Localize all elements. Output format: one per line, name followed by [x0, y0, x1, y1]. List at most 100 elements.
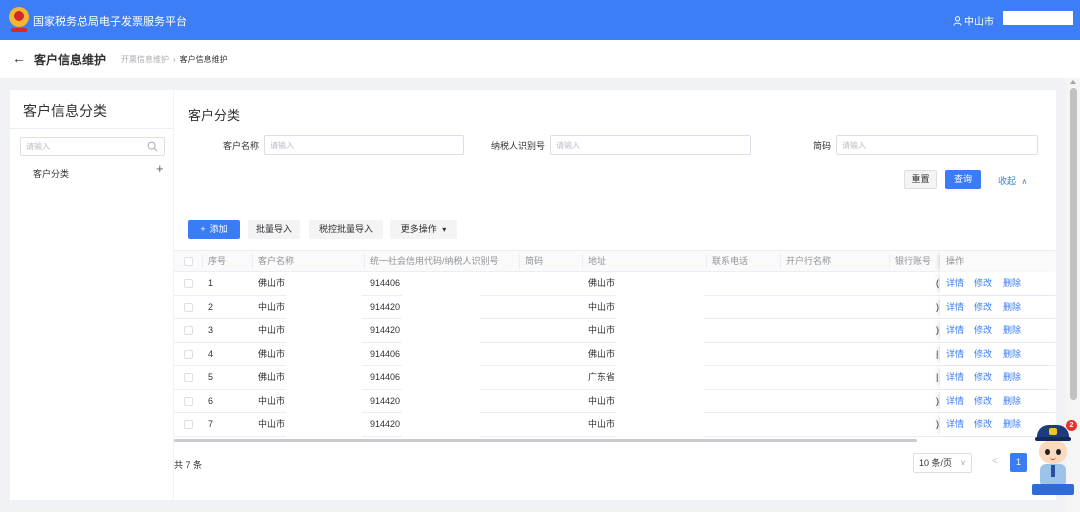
cell-credit-code: 914420: [370, 301, 401, 312]
delete-link[interactable]: 删除: [1003, 272, 1021, 295]
search-icon[interactable]: [147, 141, 158, 152]
delete-link[interactable]: 删除: [1003, 413, 1021, 436]
chevron-down-icon: ∨: [960, 458, 966, 467]
edit-link[interactable]: 修改: [974, 366, 992, 389]
delete-link[interactable]: 删除: [1003, 390, 1021, 413]
tax-emblem-base: [11, 28, 27, 32]
category-search-input[interactable]: [20, 137, 165, 156]
row-checkbox[interactable]: [184, 326, 193, 335]
edit-link[interactable]: 修改: [974, 319, 992, 342]
breadcrumb: 开票信息维护 › 客户信息维护: [121, 54, 228, 65]
redaction-mask: [402, 272, 480, 437]
edit-link[interactable]: 修改: [974, 343, 992, 366]
back-arrow-icon[interactable]: ←: [12, 50, 26, 66]
delete-link[interactable]: 删除: [1003, 366, 1021, 389]
tax-assistant-mascot-icon[interactable]: [1028, 420, 1078, 500]
cell-index: 3: [208, 325, 214, 335]
more-actions-dropdown[interactable]: 更多操作 ▾: [390, 220, 457, 239]
breadcrumb-item-current: 客户信息维护: [179, 55, 228, 64]
cell-bank-account: |: [936, 348, 939, 359]
cell-index: 6: [208, 395, 214, 406]
cell-credit-code: 914420: [370, 395, 401, 406]
breadcrumb-item-invoice-info[interactable]: 开票信息维护: [121, 55, 169, 64]
row-checkbox[interactable]: [184, 396, 193, 406]
edit-link[interactable]: 修改: [974, 390, 992, 413]
cell-address: 中山市: [588, 419, 616, 429]
edit-link[interactable]: 修改: [974, 413, 992, 436]
delete-link[interactable]: 删除: [1003, 296, 1021, 319]
column-divider: [252, 254, 253, 269]
column-divider: [582, 254, 583, 269]
site-title: 国家税务总局电子发票服务平台: [33, 16, 187, 28]
add-button[interactable]: + 添加: [188, 220, 240, 239]
row-checkbox[interactable]: [184, 373, 193, 382]
detail-link[interactable]: 详情: [946, 366, 964, 389]
scrollbar-thumb[interactable]: [1070, 88, 1077, 400]
column-header-address: 地址: [588, 256, 607, 266]
column-divider: [780, 254, 781, 269]
chevron-up-icon: ∧: [1021, 177, 1028, 186]
tree-item-customer-category[interactable]: 客户分类: [33, 167, 69, 180]
user-region: 中山市: [964, 17, 994, 28]
detail-link[interactable]: 详情: [946, 343, 964, 366]
row-actions: 详情 修改 删除: [940, 319, 1056, 342]
mascot-hat-brim: [1035, 437, 1071, 441]
short-code-input[interactable]: [836, 135, 1038, 155]
row-checkbox[interactable]: [184, 420, 193, 429]
batch-import-button[interactable]: 批量导入: [248, 220, 300, 239]
total-count: 共 7 条: [174, 460, 203, 470]
cell-customer-name: 佛山市: [258, 372, 286, 382]
detail-link[interactable]: 详情: [946, 319, 964, 342]
add-category-icon[interactable]: +: [156, 161, 164, 176]
top-bar: 国家税务总局电子发票服务平台 中山市: [0, 0, 1080, 40]
row-actions: 详情 修改 删除: [940, 366, 1056, 389]
main-title: 客户分类: [188, 108, 241, 123]
prev-page-button[interactable]: <: [992, 456, 998, 467]
row-checkbox[interactable]: [184, 279, 193, 288]
tax-batch-import-button[interactable]: 税控批量导入: [309, 220, 383, 239]
mascot-hat-badge: [1049, 428, 1057, 435]
plus-icon: +: [200, 224, 206, 234]
row-checkbox[interactable]: [184, 349, 193, 359]
redaction-mask: [1003, 11, 1073, 25]
category-panel: 客户信息分类 客户分类 +: [10, 90, 173, 500]
cell-credit-code: 914420: [370, 419, 401, 429]
query-button[interactable]: 查询: [945, 170, 981, 189]
cell-bank-account: ): [936, 325, 939, 335]
cell-credit-code: 914406: [370, 372, 401, 382]
customer-name-input[interactable]: [264, 135, 464, 155]
page-size-select[interactable]: 10 条/页 ∨: [913, 453, 972, 473]
detail-link[interactable]: 详情: [946, 272, 964, 295]
column-header-credit-code: 统一社会信用代码/纳税人识别号: [370, 256, 499, 266]
add-button-label: 添加: [209, 224, 228, 234]
column-divider: [202, 254, 203, 269]
user-menu[interactable]: 中山市: [953, 13, 994, 28]
page-1-button[interactable]: 1: [1010, 453, 1027, 472]
reset-button[interactable]: 重置: [904, 170, 937, 189]
detail-link[interactable]: 详情: [946, 390, 964, 413]
delete-link[interactable]: 删除: [1003, 319, 1021, 342]
column-divider: [364, 254, 365, 269]
cell-bank-account: ): [936, 301, 939, 312]
edit-link[interactable]: 修改: [974, 272, 992, 295]
row-checkbox[interactable]: [184, 302, 193, 312]
delete-link[interactable]: 删除: [1003, 343, 1021, 366]
collapse-toggle[interactable]: 收起 ∧: [998, 174, 1027, 187]
redaction-mask: [286, 272, 362, 437]
row-actions: 详情 修改 删除: [940, 272, 1056, 295]
column-header-actions-cell: 操作: [940, 251, 1056, 272]
taxpayer-id-input[interactable]: [550, 135, 751, 155]
detail-link[interactable]: 详情: [946, 296, 964, 319]
edit-link[interactable]: 修改: [974, 296, 992, 319]
more-actions-label: 更多操作: [400, 224, 437, 234]
select-all-checkbox[interactable]: [184, 257, 193, 266]
horizontal-scrollbar[interactable]: [174, 439, 917, 442]
cell-customer-name: 佛山市: [258, 348, 286, 359]
mascot-eye: [1056, 449, 1061, 455]
cell-credit-code: 914406: [370, 348, 401, 359]
cell-bank-account: ): [936, 419, 939, 429]
detail-link[interactable]: 详情: [946, 413, 964, 436]
cell-address: 中山市: [588, 325, 616, 335]
scroll-up-icon[interactable]: [1070, 80, 1076, 84]
breadcrumb-bar: ← 客户信息维护 开票信息维护 › 客户信息维护: [0, 40, 1080, 78]
